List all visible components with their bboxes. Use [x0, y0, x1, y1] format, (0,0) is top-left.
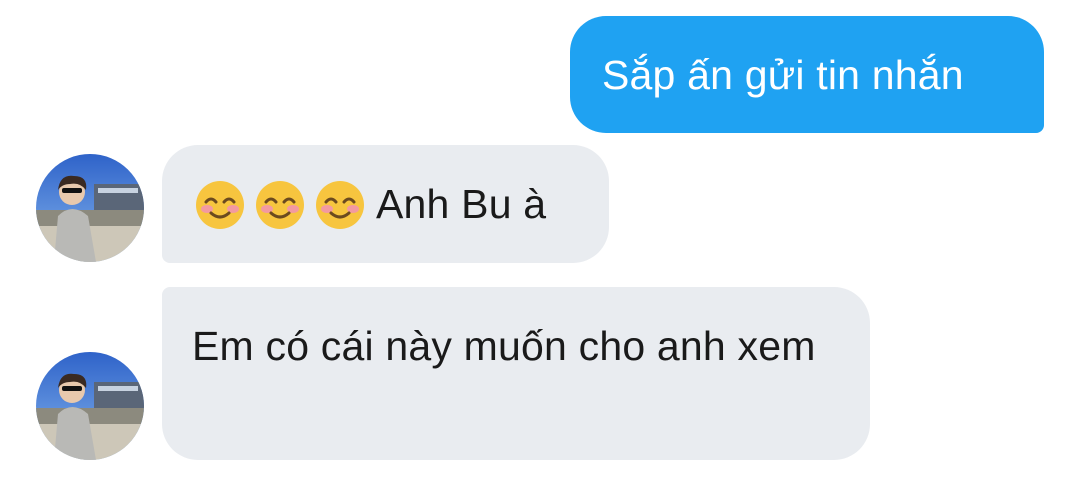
- emoji-group: [194, 179, 366, 231]
- message-text: Sắp ấn gửi tin nhắn: [602, 52, 964, 98]
- chat-thread: Sắp ấn gửi tin nhắn Anh Bu à Em có cái n…: [0, 0, 1080, 487]
- contact-avatar[interactable]: [36, 352, 144, 460]
- message-text: Anh Bu à: [376, 181, 547, 227]
- outgoing-message-bubble[interactable]: Sắp ấn gửi tin nhắn: [570, 16, 1044, 133]
- incoming-message-bubble[interactable]: Anh Bu à: [162, 145, 609, 263]
- contact-avatar[interactable]: [36, 154, 144, 262]
- avatar-photo-icon: [36, 154, 144, 262]
- smiling-face-with-blush-icon: [316, 181, 364, 230]
- message-text: Em có cái này muốn cho anh xem: [192, 323, 816, 369]
- avatar-photo-icon: [36, 352, 144, 460]
- incoming-message-bubble[interactable]: Em có cái này muốn cho anh xem: [162, 287, 870, 460]
- smiling-face-with-blush-icon: [196, 181, 244, 230]
- smiling-face-with-blush-icon: [256, 181, 304, 230]
